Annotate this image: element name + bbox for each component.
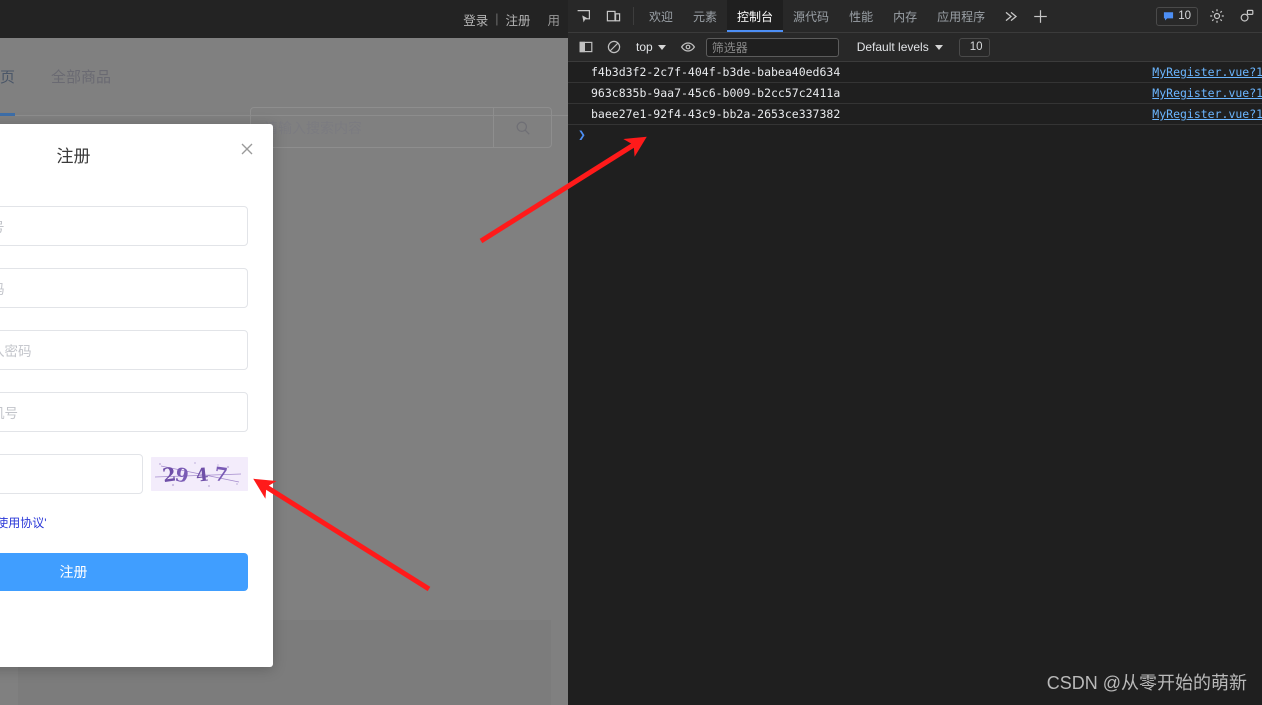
register-modal: 注册 请输入账号 — [0, 124, 273, 667]
console-message-count: 10 — [969, 41, 983, 53]
password-field-placeholder: 请输入密码 — [0, 278, 5, 298]
tab-elements[interactable]: 元素 — [683, 0, 727, 32]
login-link[interactable]: 登录 — [463, 10, 488, 29]
site-nav: 页 全部商品 — [0, 38, 129, 116]
site-topbar: 登录 | 注册 用 — [0, 0, 568, 38]
search-icon — [515, 120, 531, 136]
tab-sources-label: 源代码 — [793, 9, 830, 24]
screenshot-root: 登录 | 注册 用 页 全部商品 请输入搜索内容 注册 密码 号 2 9 4 7… — [0, 0, 1262, 705]
console-message-count-badge[interactable]: 10 — [958, 37, 990, 61]
captcha-image[interactable]: 2 9 4 7 — [151, 457, 248, 491]
confirm-password-field-placeholder: 请再次输入密码 — [0, 344, 32, 359]
chevron-down-icon — [657, 44, 666, 50]
gear-icon[interactable] — [1202, 0, 1232, 32]
tab-memory[interactable]: 内存 — [883, 0, 927, 32]
tab-welcome[interactable]: 欢迎 — [639, 0, 683, 32]
register-link[interactable]: 注册 — [505, 10, 530, 29]
site-search: 请输入搜索内容 — [250, 107, 552, 148]
console-log-row[interactable]: 963c835b-9aa7-45c6-b009-b2cc57c2411a MyR… — [568, 83, 1262, 104]
console-log-message: baee27e1-92f4-43c9-bb2a-2653ce337382 — [591, 107, 841, 121]
nav-item-home[interactable]: 页 — [0, 38, 33, 116]
console-log-source-link[interactable]: MyRegister.vue?13 — [1152, 107, 1262, 121]
log-levels-value: Default levels — [856, 40, 929, 54]
agreement-label[interactable]: 同意'商城用户使用协议' — [0, 514, 47, 531]
devtools-tabbar: 欢迎 元素 控制台 源代码 性能 内存 应用程序 10 — [568, 0, 1262, 33]
chevron-double-right-icon[interactable] — [995, 0, 1025, 32]
nav-item-home-label: 页 — [0, 69, 16, 86]
execution-context-value: top — [636, 40, 653, 54]
captcha-input[interactable]: 输入验证码 — [0, 454, 143, 494]
execution-context-dropdown[interactable]: top — [630, 37, 672, 57]
inspect-element-icon[interactable] — [568, 0, 598, 32]
console-filter-input[interactable]: 筛选器 — [705, 37, 839, 57]
phone-field[interactable]: 请输入手机号 — [0, 392, 248, 432]
register-form: 请输入账号 请输入密码 — [0, 184, 273, 591]
register-modal-header: 注册 — [0, 124, 273, 184]
tabbar-divider — [633, 7, 634, 25]
nav-item-all-products[interactable]: 全部商品 — [33, 38, 129, 116]
console-log-row[interactable]: baee27e1-92f4-43c9-bb2a-2653ce337382 MyR… — [568, 104, 1262, 125]
issues-badge[interactable]: 10 — [1156, 6, 1198, 26]
tab-elements-label: 元素 — [693, 9, 718, 24]
clear-console-icon[interactable] — [602, 36, 626, 58]
password-field[interactable]: 请输入密码 — [0, 268, 248, 308]
confirm-password-field[interactable]: 请再次输入密码 — [0, 330, 248, 370]
console-log-message: 963c835b-9aa7-45c6-b009-b2cc57c2411a — [591, 86, 841, 100]
console-prompt-symbol: ❯ — [578, 127, 586, 143]
search-input[interactable]: 请输入搜索内容 — [251, 108, 494, 147]
nav-item-all-products-label: 全部商品 — [51, 69, 112, 86]
tab-welcome-label: 欢迎 — [649, 9, 674, 24]
tab-performance-label: 性能 — [849, 9, 874, 24]
register-modal-title: 注册 — [56, 146, 91, 166]
feedback-icon[interactable] — [1232, 0, 1262, 32]
browser-viewport: 登录 | 注册 用 页 全部商品 请输入搜索内容 注册 密码 号 2 9 4 7… — [0, 0, 568, 705]
topbar-links: 登录 | 注册 用 — [463, 10, 560, 29]
site-header: 页 全部商品 请输入搜索内容 — [0, 38, 568, 148]
search-button[interactable] — [494, 108, 551, 147]
tab-application[interactable]: 应用程序 — [927, 0, 995, 32]
tab-console[interactable]: 控制台 — [727, 0, 784, 32]
chevron-down-icon — [934, 44, 943, 50]
console-log-message: f4b3d3f2-2c7f-404f-b3de-babea40ed634 — [591, 65, 841, 79]
phone-field-placeholder: 请输入手机号 — [0, 406, 18, 421]
tab-application-label: 应用程序 — [937, 9, 986, 24]
issues-badge-count: 10 — [1178, 10, 1191, 22]
tab-console-label: 控制台 — [737, 9, 774, 24]
account-field-placeholder: 请输入账号 — [0, 216, 5, 236]
agreement-row: 同意'商城用户使用协议' — [0, 514, 248, 531]
plus-icon[interactable] — [1025, 0, 1055, 32]
tab-performance[interactable]: 性能 — [839, 0, 883, 32]
tabbar-spacer — [1055, 0, 1152, 32]
tab-sources[interactable]: 源代码 — [783, 0, 839, 32]
console-log-source-link[interactable]: MyRegister.vue?13 — [1152, 65, 1262, 79]
captcha-row: 输入验证码 — [0, 454, 248, 494]
devtools-panel: 欢迎 元素 控制台 源代码 性能 内存 应用程序 10 top 筛选器 Defa… — [568, 0, 1262, 705]
console-log-row[interactable]: f4b3d3f2-2c7f-404f-b3de-babea40ed634 MyR… — [568, 62, 1262, 83]
log-levels-dropdown[interactable]: Default levels — [857, 40, 943, 54]
register-submit-button[interactable]: 注册 — [0, 553, 248, 591]
account-field[interactable]: 请输入账号 — [0, 206, 248, 246]
message-bubble-icon — [1163, 11, 1174, 22]
topbar-truncated-link[interactable]: 用 — [547, 10, 560, 29]
console-toolbar: top 筛选器 Default levels 10 — [568, 33, 1262, 62]
device-toolbar-icon[interactable] — [598, 0, 628, 32]
live-expression-icon[interactable] — [676, 36, 700, 58]
console-log-source-link[interactable]: MyRegister.vue?13 — [1152, 86, 1262, 100]
tab-memory-label: 内存 — [893, 9, 918, 24]
svg-text:4: 4 — [195, 464, 210, 486]
topbar-separator: | — [495, 12, 499, 26]
csdn-watermark: CSDN @从零开始的萌新 — [1046, 673, 1247, 693]
close-icon[interactable] — [238, 140, 256, 158]
console-prompt[interactable]: ❯ — [568, 125, 1262, 145]
console-sidebar-icon[interactable] — [574, 36, 598, 58]
console-output[interactable]: f4b3d3f2-2c7f-404f-b3de-babea40ed634 MyR… — [568, 62, 1262, 705]
